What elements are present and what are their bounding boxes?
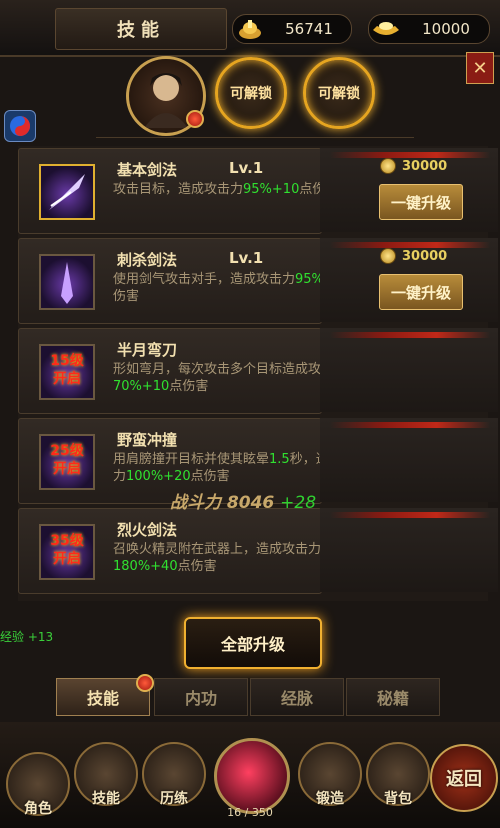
exp-gain-text: 经验 +13 [0,630,54,644]
page-title: 技能 [55,8,227,50]
skill-name: 野蛮冲撞 [117,431,178,449]
skill-name: 半月弯刀 [117,341,178,359]
combat-power-popup: 战斗力 8046 +28 [170,488,316,513]
sword-slash-icon [39,164,95,220]
tab-inner-power[interactable]: 内功 [154,678,248,716]
desc-text: 形如弯月，每次攻击多个目标造成攻击力 [113,362,348,377]
unlockable-slot-2[interactable]: 可解锁 [303,57,375,129]
switch-element-button[interactable] [4,110,36,142]
locked-skill-icon: 25级开启 [39,434,95,490]
coin-icon [380,158,396,174]
tab-meridian[interactable]: 经脉 [250,678,344,716]
desc-value: 95%+10 [243,182,300,197]
bag-capacity: 16 / 350 [227,806,273,819]
skill-name: 基本剑法 [117,161,178,179]
desc-value: 70%+10 [113,379,170,394]
nav-label: 返回 [446,769,482,790]
desc-text: 使用剑气攻击对手，造成攻击力 [113,272,296,287]
locked-skill-icon: 35级开启 [39,524,95,580]
upgrade-cost: 30000 [380,158,447,174]
quick-upgrade-button[interactable]: 一键升级 [379,184,463,220]
notification-dot [186,110,204,128]
unlock-level: 25级 [50,443,84,459]
desc-text: 点伤害 [177,559,217,574]
sword-thrust-icon [39,254,95,310]
cost-value: 30000 [402,248,448,264]
ingot-display: 10000 [368,14,490,44]
upgrade-all-button[interactable]: 全部升级 [184,617,322,669]
coin-icon [380,248,396,264]
skill-level: Lv.1 [229,159,264,177]
desc-text: 点伤害 [190,469,230,484]
nav-label: 技能 [92,791,120,807]
skill-level: Lv.1 [229,249,264,267]
skill-card-basic-sword[interactable]: 基本剑法 Lv.1 攻击目标，造成攻击力95%+10点伤害 [18,148,338,234]
nav-label: 背包 [384,791,412,807]
gold-ingot-icon [369,15,403,43]
nav-role-button[interactable]: 角色 [6,752,70,817]
nav-label: 角色 [24,801,52,817]
combat-power-value: 8046 [226,493,275,513]
gold-display: 56741 [232,14,352,44]
nav-forge-button[interactable]: 锻造 [298,742,362,807]
unlock-open: 开启 [53,461,81,477]
skill-card-extension [320,508,498,592]
skill-card-half-moon[interactable]: 15级开启 半月弯刀 形如弯月，每次攻击多个目标造成攻击力 70%+10点伤害 [18,328,347,414]
decor-streak [330,512,490,518]
unlockable-slot-1[interactable]: 可解锁 [215,57,287,129]
desc-value: 100%+20 [126,469,191,484]
nav-bag-button[interactable]: 背包 [366,742,430,807]
locked-skill-icon: 15级开启 [39,344,95,400]
crossed-swords-icon: ✕ [472,57,488,79]
desc-text: 攻击目标，造成攻击力 [113,182,244,197]
close-button[interactable]: ✕ [466,52,494,84]
desc-value: 1.5 [269,452,290,467]
gold-pile-icon [233,15,267,43]
ingot-amount: 10000 [422,20,470,38]
quick-upgrade-button[interactable]: 一键升级 [379,274,463,310]
skill-card-extension [320,418,498,502]
nav-label: 历练 [160,791,188,807]
decor-streak [330,422,490,428]
skill-card-thrust-sword[interactable]: 刺杀剑法 Lv.1 使用剑气攻击对手，造成攻击力95%+20点伤害 [18,238,364,324]
desc-text: 点伤害 [169,379,209,394]
cost-value: 30000 [402,158,448,174]
nav-skill-button[interactable]: 技能 [74,742,138,807]
desc-text: 召唤火精灵附在武器上，造成攻击力 [113,542,322,557]
unlock-open: 开启 [53,551,81,567]
upgrade-cost: 30000 [380,248,447,264]
unlock-level: 15级 [50,353,84,369]
back-button[interactable]: 返回 [430,744,498,812]
yin-yang-icon [10,116,30,136]
skill-name: 烈火剑法 [117,521,178,539]
unlock-level: 35级 [50,533,84,549]
desc-text: 用肩膀撞开目标并使其眩晕 [113,452,270,467]
desc-value: 180%+40 [113,559,178,574]
combat-power-label: 战斗力 [170,493,221,513]
notification-dot [136,674,154,692]
decor-streak [330,332,490,338]
tab-secret-book[interactable]: 秘籍 [346,678,440,716]
gold-amount: 56741 [285,20,333,38]
combat-power-delta: +28 [280,493,317,513]
bag-orb-button[interactable] [214,738,290,814]
nav-label: 锻造 [316,791,344,807]
unlock-open: 开启 [53,371,81,387]
skill-name: 刺杀剑法 [117,251,178,269]
skill-card-extension [320,328,498,412]
nav-trial-button[interactable]: 历练 [142,742,206,807]
skill-card-blazing-sword[interactable]: 35级开启 烈火剑法 召唤火精灵附在武器上，造成攻击力 180%+40点伤害 [18,508,322,594]
